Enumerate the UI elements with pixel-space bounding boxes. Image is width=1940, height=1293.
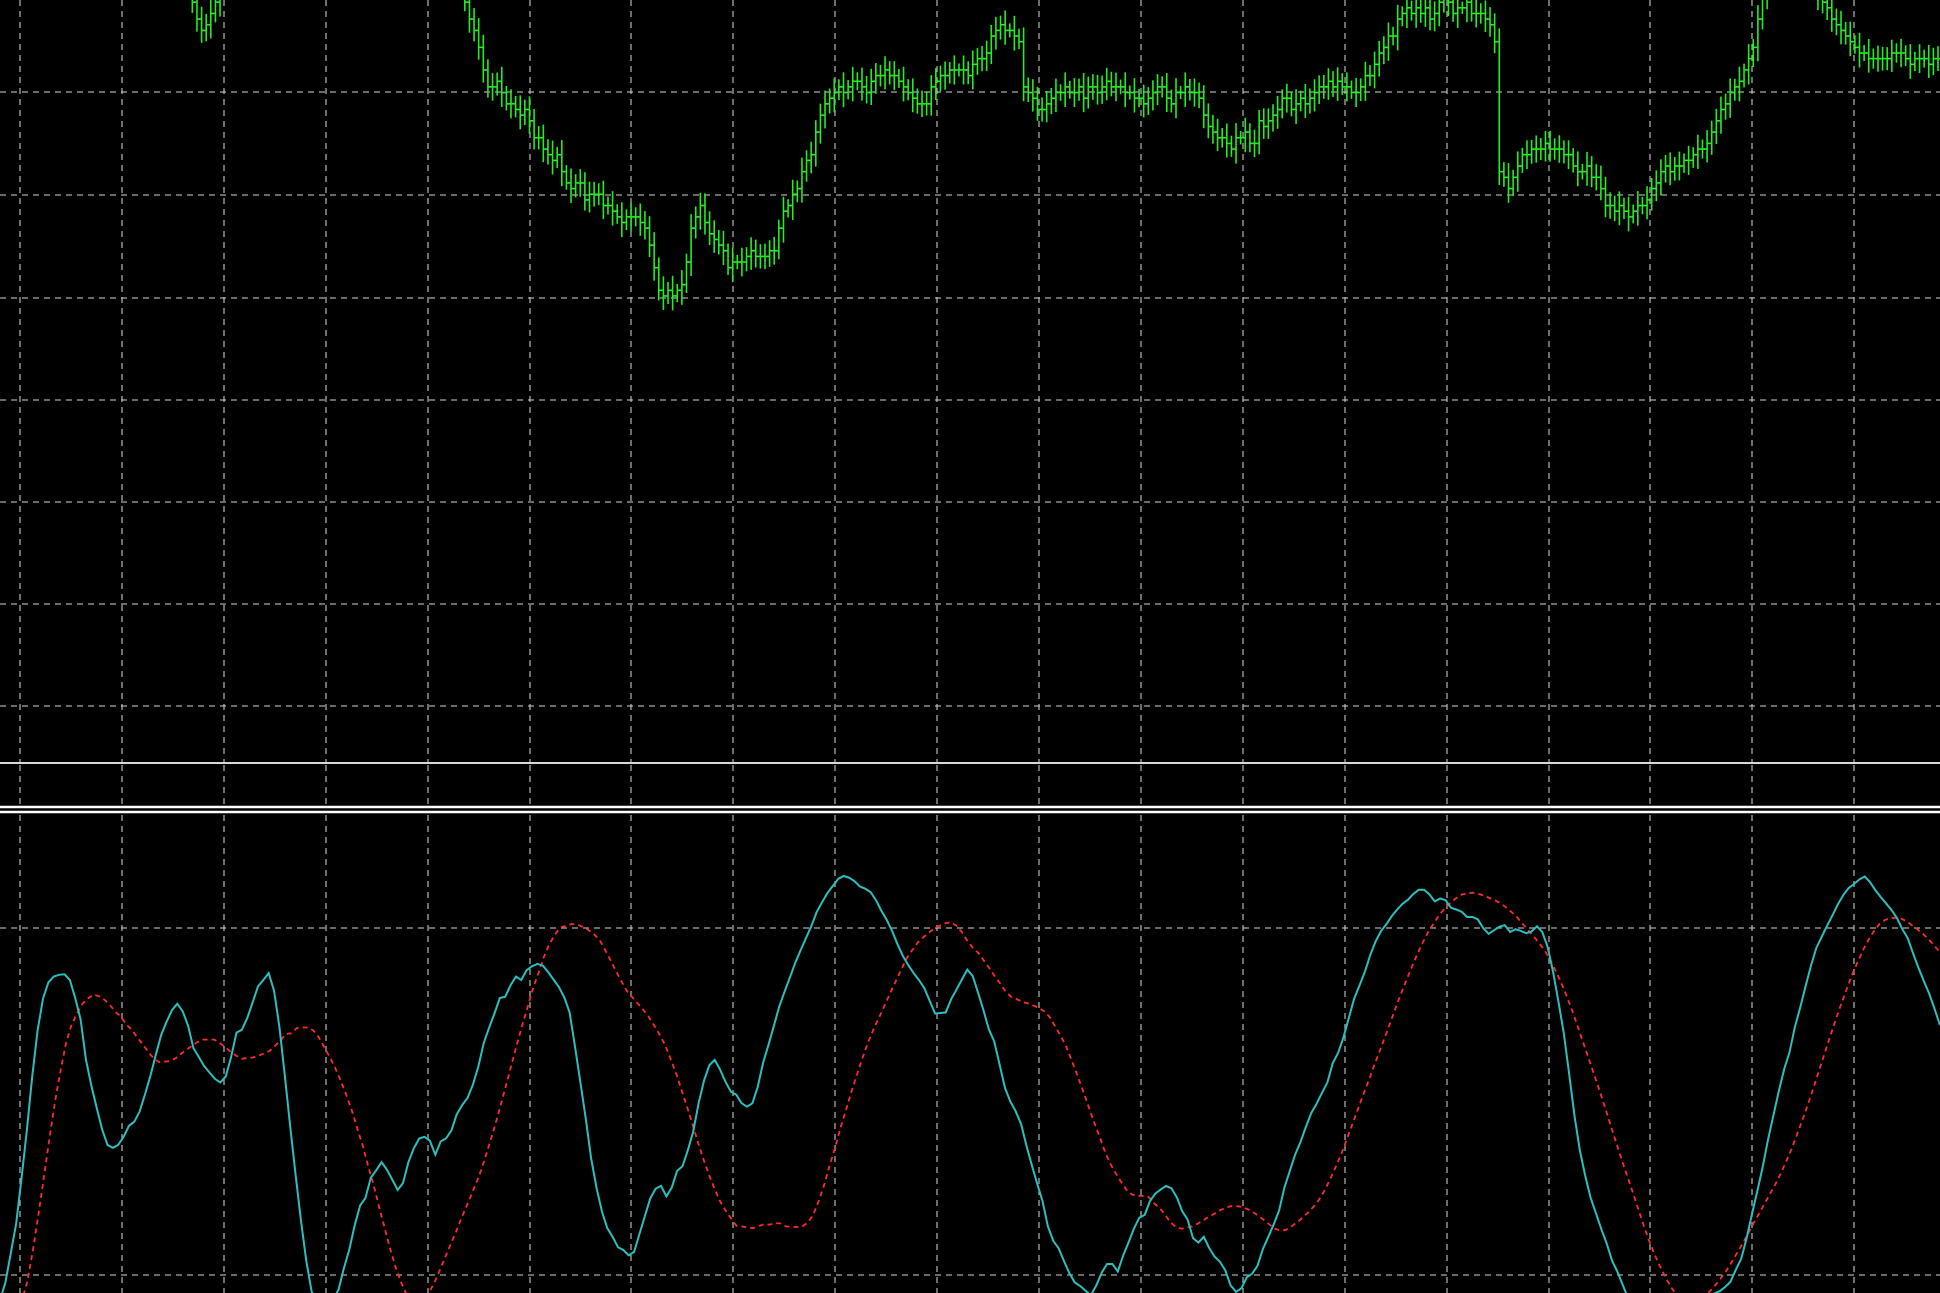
- chart-background: [0, 0, 1940, 1293]
- chart-canvas: [0, 0, 1940, 1293]
